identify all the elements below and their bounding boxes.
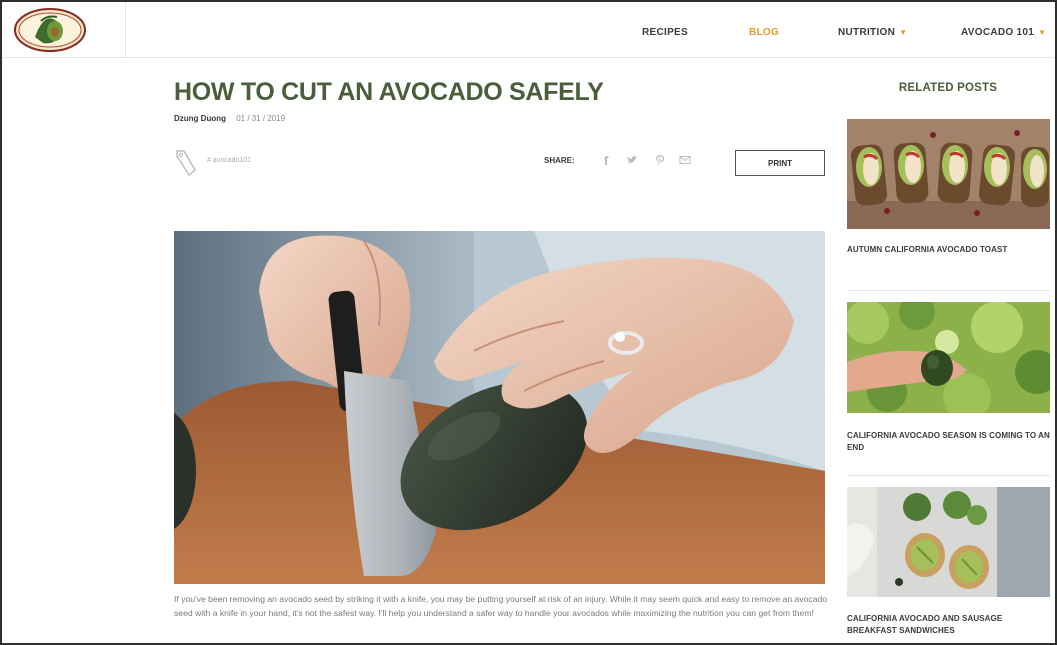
article-tag[interactable]: # avocado101 — [207, 157, 251, 164]
related-post-title-3[interactable]: CALIFORNIA AVOCADO AND SAUSAGE BREAKFAST… — [847, 613, 1052, 637]
related-post-image-2[interactable] — [847, 302, 1050, 413]
publish-date: 01 / 31 / 2019 — [236, 114, 286, 123]
related-posts-heading: RELATED POSTS — [898, 82, 998, 94]
share-label: SHARE: — [544, 156, 575, 165]
hero-image — [174, 231, 825, 584]
nav-recipes[interactable]: RECIPES — [642, 27, 688, 38]
divider — [847, 290, 1050, 291]
site-header: RECIPES BLOG NUTRITION ▼ AVOCADO 101 ▼ — [2, 2, 1055, 58]
article-byline: Dzung Duong 01 / 31 / 2019 — [174, 114, 285, 123]
california-avocados-logo[interactable] — [13, 7, 87, 53]
nav-avocado-101-label: AVOCADO 101 — [961, 27, 1035, 38]
chevron-down-icon: ▼ — [1038, 28, 1047, 37]
tag-row: # avocado101 — [174, 148, 294, 178]
divider — [847, 475, 1050, 476]
logo-container — [2, 2, 126, 58]
related-post-title-2[interactable]: CALIFORNIA AVOCADO SEASON IS COMING TO A… — [847, 430, 1052, 454]
article-body: If you've been removing an avocado seed … — [174, 594, 828, 618]
article-title: HOW TO CUT AN AVOCADO SAFELY — [174, 78, 604, 106]
related-post-title-1[interactable]: AUTUMN CALIFORNIA AVOCADO TOAST — [847, 244, 1052, 256]
email-icon[interactable] — [679, 154, 691, 166]
print-button[interactable]: PRINT — [735, 150, 825, 176]
nav-nutrition[interactable]: NUTRITION ▼ — [838, 27, 907, 38]
browser-viewport: RECIPES BLOG NUTRITION ▼ AVOCADO 101 ▼ HOW… — [0, 0, 1057, 645]
nav-blog[interactable]: BLOG — [749, 27, 779, 38]
related-post-image-3[interactable] — [847, 487, 1050, 597]
author-name[interactable]: Dzung Duong — [174, 114, 226, 123]
tag-icon — [176, 150, 196, 177]
related-post-image-1[interactable] — [847, 119, 1050, 229]
twitter-icon[interactable] — [626, 154, 638, 166]
chevron-down-icon: ▼ — [899, 28, 908, 37]
nav-nutrition-label: NUTRITION — [838, 27, 896, 38]
nav-avocado-101[interactable]: AVOCADO 101 ▼ — [961, 27, 1046, 38]
avocado-cutting-photo — [174, 231, 825, 584]
facebook-icon[interactable] — [600, 154, 612, 166]
pinterest-icon[interactable] — [654, 154, 666, 166]
